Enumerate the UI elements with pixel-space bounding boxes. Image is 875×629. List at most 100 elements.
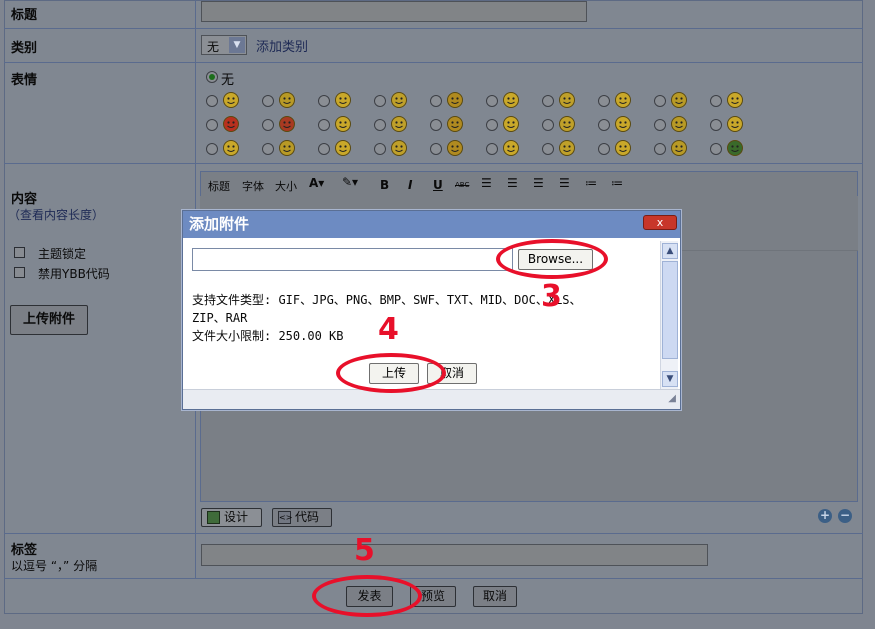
font-color-icon[interactable]: A▾ [309, 176, 324, 190]
emotion-none-radio[interactable] [206, 71, 218, 83]
emotion-radio[interactable] [598, 143, 610, 155]
emotion-radio[interactable] [654, 143, 666, 155]
emotion-radio[interactable] [542, 95, 554, 107]
unordered-list-icon[interactable]: ≔ [611, 176, 623, 190]
smiley-face-icon[interactable] [278, 91, 296, 109]
smiley-face-icon[interactable] [390, 115, 408, 133]
toolbar-size[interactable]: 大小 [275, 178, 297, 194]
smiley-face-icon[interactable] [278, 115, 296, 133]
emotion-radio[interactable] [318, 143, 330, 155]
smiley-face-icon[interactable] [222, 139, 240, 157]
smiley-face-icon[interactable] [446, 139, 464, 157]
dialog-scrollbar[interactable]: ▲ ▼ [660, 241, 678, 389]
toolbar-font[interactable]: 字体 [242, 178, 264, 194]
smiley-face-icon[interactable] [278, 139, 296, 157]
emotion-radio[interactable] [486, 95, 498, 107]
emotion-radio[interactable] [206, 143, 218, 155]
strike-button[interactable]: ABC [455, 181, 469, 189]
emotion-radio[interactable] [542, 119, 554, 131]
ordered-list-icon[interactable]: ≔ [585, 176, 597, 190]
emotion-radio[interactable] [374, 143, 386, 155]
emotion-radio[interactable] [318, 95, 330, 107]
smiley-face-icon[interactable] [446, 91, 464, 109]
align-left-icon[interactable]: ☰ [481, 176, 492, 190]
emotion-radio[interactable] [206, 119, 218, 131]
design-tab[interactable]: 设计 [201, 508, 262, 527]
highlight-icon[interactable]: ✎▾ [342, 175, 358, 189]
code-tab-label: 代码 [295, 510, 320, 524]
resize-grip-icon[interactable]: ◢ [668, 393, 676, 404]
row-divider [4, 163, 863, 164]
smiley-face-icon[interactable] [614, 115, 632, 133]
add-category-link[interactable]: 添加类别 [256, 36, 308, 55]
smiley-face-icon[interactable] [334, 139, 352, 157]
smiley-face-icon[interactable] [446, 115, 464, 133]
justify-icon[interactable]: ☰ [559, 176, 570, 190]
emotion-radio[interactable] [710, 119, 722, 131]
emotion-radio[interactable] [542, 143, 554, 155]
emotion-radio[interactable] [598, 95, 610, 107]
scroll-down-icon[interactable]: ▼ [662, 371, 678, 387]
smiley-face-icon[interactable] [726, 139, 744, 157]
scroll-up-icon[interactable]: ▲ [662, 243, 678, 259]
shrink-editor-icon[interactable]: − [838, 509, 852, 523]
title-input[interactable] [201, 1, 587, 22]
emotion-radio[interactable] [374, 119, 386, 131]
emotion-radio[interactable] [262, 143, 274, 155]
align-center-icon[interactable]: ☰ [507, 176, 518, 190]
align-right-icon[interactable]: ☰ [533, 176, 544, 190]
topic-lock-checkbox[interactable] [14, 247, 25, 258]
emotion-radio[interactable] [486, 143, 498, 155]
italic-button[interactable]: I [408, 178, 412, 192]
emotion-radio[interactable] [374, 95, 386, 107]
emotion-radio[interactable] [318, 119, 330, 131]
expand-editor-icon[interactable]: + [818, 509, 832, 523]
underline-button[interactable]: U [433, 178, 443, 192]
design-icon [207, 511, 220, 524]
bold-button[interactable]: B [380, 178, 389, 192]
toolbar-heading[interactable]: 标题 [208, 178, 230, 194]
category-select[interactable]: 无 ▼ [201, 35, 247, 55]
smiley-face-icon[interactable] [726, 91, 744, 109]
smiley-face-icon[interactable] [390, 91, 408, 109]
smiley-face-icon[interactable] [670, 115, 688, 133]
cancel-button[interactable]: 取消 [473, 586, 517, 607]
smiley-face-icon[interactable] [614, 91, 632, 109]
smiley-face-icon[interactable] [334, 115, 352, 133]
smiley-face-icon[interactable] [390, 139, 408, 157]
emotion-radio[interactable] [430, 143, 442, 155]
annotation-ellipse-upload [336, 353, 446, 393]
smiley-face-icon[interactable] [222, 115, 240, 133]
smiley-face-icon[interactable] [558, 91, 576, 109]
tags-input[interactable] [201, 544, 708, 566]
emotion-radio[interactable] [430, 95, 442, 107]
emotion-radio[interactable] [598, 119, 610, 131]
close-icon[interactable]: x [643, 215, 677, 230]
smiley-face-icon[interactable] [558, 115, 576, 133]
emotion-radio[interactable] [430, 119, 442, 131]
upload-attachment-button[interactable]: 上传附件 [10, 305, 88, 335]
smiley-face-icon[interactable] [502, 115, 520, 133]
disable-ybb-checkbox[interactable] [14, 267, 25, 278]
content-length-link[interactable]: （查看内容长度） [8, 206, 104, 223]
emotion-radio[interactable] [486, 119, 498, 131]
emotion-radio[interactable] [262, 119, 274, 131]
smiley-face-icon[interactable] [222, 91, 240, 109]
emotion-radio[interactable] [262, 95, 274, 107]
emotion-radio[interactable] [654, 119, 666, 131]
smiley-face-icon[interactable] [726, 115, 744, 133]
file-path-input[interactable] [192, 248, 513, 271]
smiley-face-icon[interactable] [614, 139, 632, 157]
emotion-radio[interactable] [654, 95, 666, 107]
emotion-radio[interactable] [710, 143, 722, 155]
scroll-thumb[interactable] [662, 261, 678, 359]
smiley-face-icon[interactable] [670, 91, 688, 109]
emotion-radio[interactable] [206, 95, 218, 107]
smiley-face-icon[interactable] [670, 139, 688, 157]
emotion-radio[interactable] [710, 95, 722, 107]
smiley-face-icon[interactable] [334, 91, 352, 109]
smiley-face-icon[interactable] [558, 139, 576, 157]
code-tab[interactable]: <> 代码 [272, 508, 332, 527]
smiley-face-icon[interactable] [502, 139, 520, 157]
smiley-face-icon[interactable] [502, 91, 520, 109]
